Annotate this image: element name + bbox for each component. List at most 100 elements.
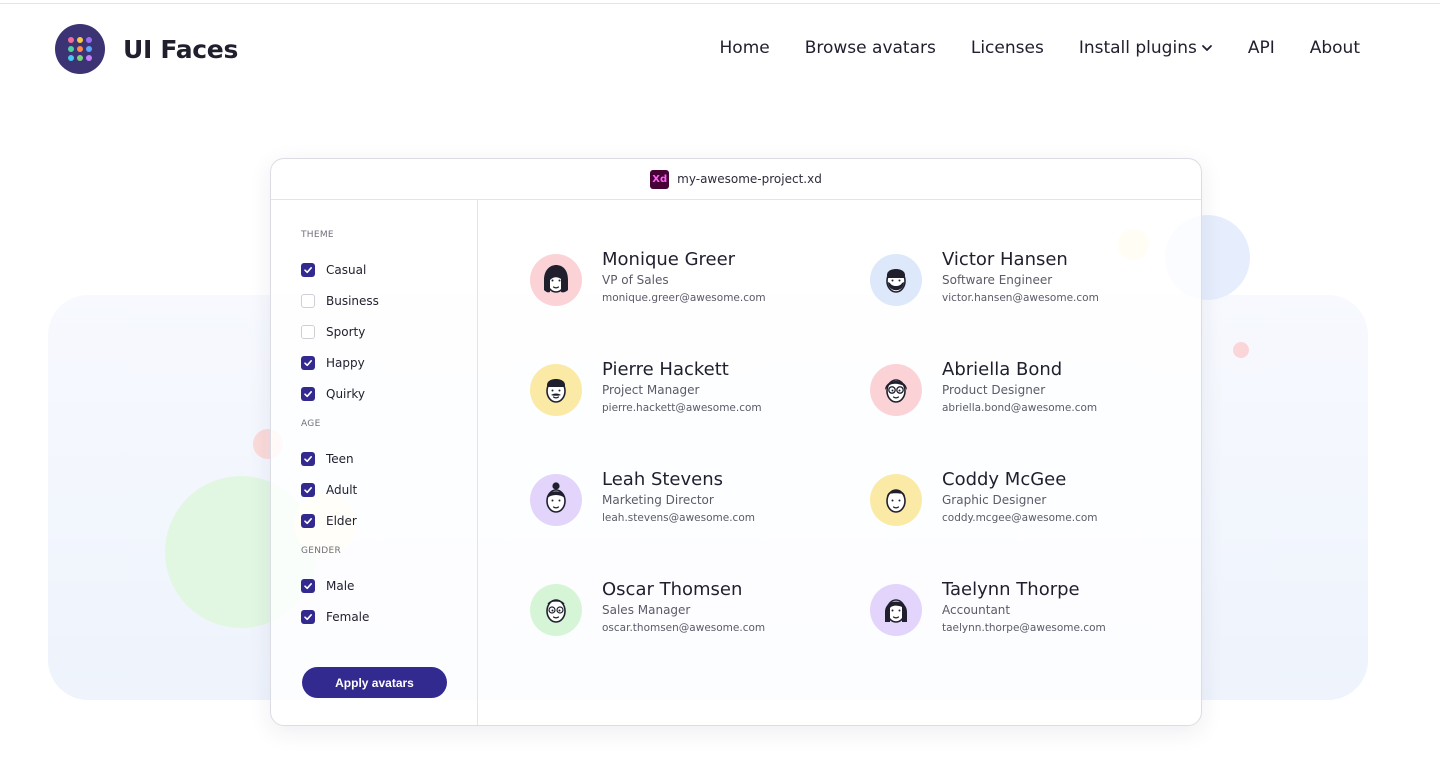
nav-install-plugins[interactable]: Install plugins <box>1079 38 1213 58</box>
nav-home-label: Home <box>719 38 770 58</box>
filter-option-label: Sporty <box>326 324 366 339</box>
person-role: Sales Manager <box>602 603 691 617</box>
filter-option-casual[interactable]: Casual <box>301 254 477 285</box>
person-card[interactable]: Monique Greer VP of Sales monique.greer@aw… <box>530 249 766 306</box>
nav-install-plugins-label: Install plugins <box>1078 38 1197 58</box>
logo-dot <box>86 37 92 43</box>
logo-dot <box>68 55 74 61</box>
filter-option-adult[interactable]: Adult <box>301 474 477 505</box>
person-info: Coddy McGee Graphic Designer coddy.mcgee@a… <box>942 469 1098 524</box>
person-name: Victor Hansen <box>942 249 1068 270</box>
filter-group-label: THEME <box>301 230 334 240</box>
long-hair-woman-avatar-icon <box>870 584 922 636</box>
person-name: Taelynn Thorpe <box>942 579 1080 600</box>
window-titlebar: Xd my-awesome-project.xd <box>271 159 1201 200</box>
filter-option-label: Happy <box>326 355 365 370</box>
person-info: Leah Stevens Marketing Director leah.steve… <box>602 469 755 524</box>
brand-logo[interactable]: UI Faces <box>55 24 238 74</box>
filter-group-label: GENDER <box>301 546 342 556</box>
person-name: Pierre Hackett <box>602 359 729 380</box>
person-email: taelynn.thorpe@awesome.com <box>942 622 1106 634</box>
young-man-avatar-icon <box>870 474 922 526</box>
main-nav: Home Browse avatars Licenses Install plu… <box>720 38 1360 58</box>
checkbox-checked-icon[interactable] <box>301 386 315 401</box>
bun-woman-avatar-icon <box>530 474 582 526</box>
site-header: UI Faces Home Browse avatars Licenses In… <box>0 0 1440 100</box>
checkbox-checked-icon[interactable] <box>301 451 315 466</box>
person-role: Accountant <box>942 603 1011 617</box>
filter-option-label: Teen <box>326 451 354 466</box>
person-info: Abriella Bond Product Designer abriella.bo… <box>942 359 1097 414</box>
apply-avatars-button[interactable]: Apply avatars <box>302 667 447 698</box>
person-name: Coddy McGee <box>942 469 1067 490</box>
person-email: oscar.thomsen@awesome.com <box>602 622 766 634</box>
checkbox-checked-icon[interactable] <box>301 482 315 497</box>
filter-option-female[interactable]: Female <box>301 601 477 632</box>
checkbox-checked-icon[interactable] <box>301 355 315 370</box>
filter-option-elder[interactable]: Elder <box>301 505 477 536</box>
filter-sidebar: THEME Casual Business Sporty Happy Quirky AG… <box>271 200 478 725</box>
checkbox-checked-icon[interactable] <box>301 578 315 593</box>
logo-dot <box>68 46 74 52</box>
person-info: Pierre Hackett Project Manager pierre.hack… <box>602 359 762 414</box>
filter-option-label: Business <box>326 293 379 308</box>
person-role: Marketing Director <box>602 493 714 507</box>
checkbox-checked-icon[interactable] <box>301 609 315 624</box>
checkbox-empty-icon[interactable] <box>301 324 315 339</box>
person-name: Abriella Bond <box>942 359 1063 380</box>
person-card[interactable]: Taelynn Thorpe Accountant taelynn.thorpe@a… <box>870 579 1106 636</box>
nav-browse-avatars[interactable]: Browse avatars <box>805 38 936 58</box>
person-email: leah.stevens@awesome.com <box>602 512 755 524</box>
chevron-down-icon <box>1201 45 1212 51</box>
person-card[interactable]: Abriella Bond Product Designer abriella.bo… <box>870 359 1097 416</box>
person-role: VP of Sales <box>602 273 669 287</box>
person-card[interactable]: Victor Hansen Software Engineer victor.han… <box>870 249 1099 306</box>
person-card[interactable]: Coddy McGee Graphic Designer coddy.mcgee@a… <box>870 469 1098 526</box>
filter-group-theme: THEME Casual Business Sporty Happy Quirky <box>301 230 477 409</box>
person-email: monique.greer@awesome.com <box>602 292 766 304</box>
person-card[interactable]: Leah Stevens Marketing Director leah.steve… <box>530 469 755 526</box>
checkbox-checked-icon[interactable] <box>301 513 315 528</box>
filter-option-label: Casual <box>326 262 367 277</box>
filter-option-business[interactable]: Business <box>301 285 477 316</box>
filter-option-teen[interactable]: Teen <box>301 443 477 474</box>
filter-option-happy[interactable]: Happy <box>301 347 477 378</box>
app-window-mockup: Xd my-awesome-project.xd THEME Casual Bus… <box>270 158 1202 726</box>
person-name: Oscar Thomsen <box>602 579 743 600</box>
bald-man-avatar-icon <box>530 584 582 636</box>
logo-dot <box>77 46 83 52</box>
person-card[interactable]: Oscar Thomsen Sales Manager oscar.thomsen@… <box>530 579 765 636</box>
nav-licenses-label: Licenses <box>970 38 1044 58</box>
logo-dot <box>77 37 83 43</box>
checkbox-checked-icon[interactable] <box>301 262 315 277</box>
filter-option-label: Female <box>326 609 370 624</box>
decor-circle-pink-small <box>1233 342 1249 358</box>
person-email: abriella.bond@awesome.com <box>942 402 1098 414</box>
filter-option-label: Quirky <box>326 386 365 401</box>
filter-option-quirky[interactable]: Quirky <box>301 378 477 409</box>
nav-api[interactable]: API <box>1248 38 1275 58</box>
logo-dot <box>68 37 74 43</box>
person-email: victor.hansen@awesome.com <box>942 292 1099 304</box>
filter-group-age: AGE Teen Adult Elder <box>301 419 477 536</box>
nav-about[interactable]: About <box>1310 38 1360 58</box>
person-card[interactable]: Pierre Hackett Project Manager pierre.hack… <box>530 359 762 416</box>
woman-bob-avatar-icon <box>530 254 582 306</box>
person-name: Monique Greer <box>602 249 736 270</box>
person-role: Project Manager <box>602 383 700 397</box>
checkbox-empty-icon[interactable] <box>301 293 315 308</box>
nav-home[interactable]: Home <box>720 38 770 58</box>
nav-browse-avatars-label: Browse avatars <box>804 38 936 58</box>
filter-group-label: AGE <box>301 419 321 429</box>
filter-group-gender: GENDER Male Female <box>301 546 477 632</box>
filter-option-label: Male <box>326 578 355 593</box>
nav-licenses[interactable]: Licenses <box>971 38 1044 58</box>
person-info: Oscar Thomsen Sales Manager oscar.thomsen@… <box>602 579 765 634</box>
filter-option-sporty[interactable]: Sporty <box>301 316 477 347</box>
person-role: Software Engineer <box>942 273 1053 287</box>
glasses-woman-avatar-icon <box>870 364 922 416</box>
logo-dot <box>86 46 92 52</box>
bearded-man-avatar-icon <box>870 254 922 306</box>
filter-option-male[interactable]: Male <box>301 570 477 601</box>
logo-grid-icon <box>55 24 105 74</box>
